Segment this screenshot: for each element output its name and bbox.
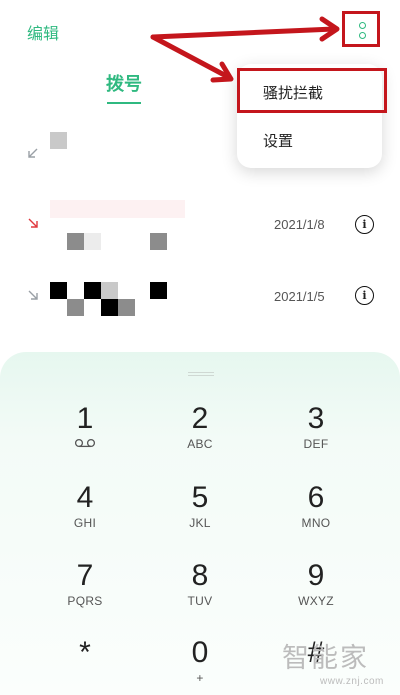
- key-letters: MNO: [301, 516, 331, 530]
- key-digit: 6: [307, 481, 325, 514]
- key-letters: PQRS: [67, 594, 103, 608]
- key-digit: *: [79, 636, 91, 669]
- outgoing-call-icon: [28, 148, 38, 158]
- key-digit: 1: [76, 402, 94, 435]
- redacted-contact: [84, 233, 101, 250]
- key-digit: 9: [307, 559, 325, 592]
- key-digit: 0: [191, 636, 209, 669]
- redacted-contact: [84, 282, 101, 299]
- voicemail-icon: [40, 436, 130, 452]
- redacted-contact: [50, 200, 185, 218]
- redacted-contact: [150, 233, 167, 250]
- dial-key-3[interactable]: 3 DEF: [271, 402, 361, 452]
- missed-call-icon: [28, 218, 38, 228]
- key-letters: WXYZ: [298, 594, 334, 608]
- redacted-contact: [50, 132, 67, 149]
- info-icon[interactable]: i: [355, 286, 374, 305]
- redacted-contact: [101, 282, 118, 299]
- redacted-contact: [67, 299, 84, 316]
- call-date: 2021/1/8: [274, 217, 325, 232]
- dial-key-7[interactable]: 7 PQRS: [40, 559, 130, 609]
- watermark: 智能家 www.znj.com: [282, 636, 383, 687]
- more-vertical-icon-dot: [359, 32, 366, 39]
- key-letters: JKL: [189, 516, 211, 530]
- key-letters: ABC: [187, 437, 213, 451]
- dial-key-4[interactable]: 4 GHI: [40, 481, 130, 531]
- key-letters: DEF: [303, 437, 329, 451]
- key-letters: TUV: [187, 594, 213, 608]
- dial-key-8[interactable]: 8 TUV: [155, 559, 245, 609]
- watermark-logo: 智能家: [282, 643, 369, 673]
- drag-handle[interactable]: [188, 372, 214, 376]
- dial-key-5[interactable]: 5 JKL: [155, 481, 245, 531]
- incoming-call-icon: [28, 290, 38, 300]
- key-letters: GHI: [73, 516, 97, 530]
- annotation-highlight-box: [237, 68, 387, 113]
- key-letters: +: [196, 671, 204, 685]
- key-digit: 2: [191, 402, 209, 435]
- menu-item-settings[interactable]: 设置: [237, 116, 382, 162]
- info-icon[interactable]: i: [355, 215, 374, 234]
- call-log-row[interactable]: 2021/1/8 i: [0, 190, 400, 260]
- dial-key-6[interactable]: 6 MNO: [271, 481, 361, 531]
- dial-key-1[interactable]: 1: [40, 402, 130, 452]
- watermark-url: www.znj.com: [320, 676, 384, 687]
- tab-indicator: [107, 102, 141, 104]
- redacted-contact: [50, 282, 67, 299]
- redacted-contact: [101, 299, 118, 316]
- call-log-row[interactable]: 2021/1/5 i: [0, 260, 400, 330]
- more-options-button[interactable]: [342, 11, 380, 47]
- dial-key-star[interactable]: *: [40, 636, 130, 670]
- key-digit: 3: [307, 402, 325, 435]
- redacted-contact: [118, 299, 135, 316]
- key-digit: 7: [76, 559, 94, 592]
- dial-key-0[interactable]: 0 +: [155, 636, 245, 686]
- edit-button[interactable]: 编辑: [27, 20, 59, 44]
- key-digit: 5: [191, 481, 209, 514]
- dial-key-2[interactable]: 2 ABC: [155, 402, 245, 452]
- more-vertical-icon: [359, 22, 366, 29]
- call-date: 2021/1/5: [274, 289, 325, 304]
- key-digit: 4: [76, 481, 94, 514]
- redacted-contact: [150, 282, 167, 299]
- redacted-contact: [67, 233, 84, 250]
- key-digit: 8: [191, 559, 209, 592]
- menu-item-label: 设置: [263, 133, 294, 150]
- dial-key-9[interactable]: 9 WXYZ: [271, 559, 361, 609]
- tab-dial[interactable]: 拨号: [106, 70, 142, 96]
- top-bar: 编辑: [0, 0, 400, 60]
